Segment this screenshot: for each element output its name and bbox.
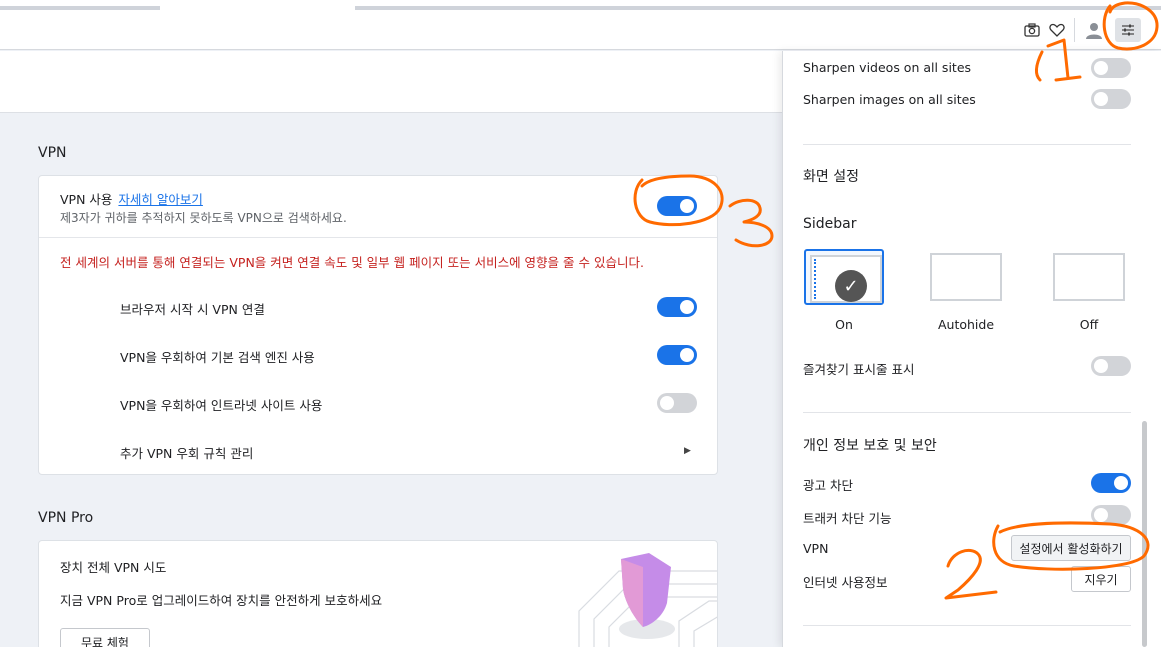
camera-icon[interactable] xyxy=(1022,20,1042,40)
sidebar-option-autohide[interactable] xyxy=(926,249,1006,305)
vpn-pro-title: 장치 전체 VPN 시도 xyxy=(60,560,167,575)
privacy-heading: 개인 정보 보호 및 보안 xyxy=(803,438,937,454)
bookmarks-bar-toggle[interactable] xyxy=(1091,356,1131,376)
sharpen-images-toggle[interactable] xyxy=(1091,89,1131,109)
divider xyxy=(803,625,1131,626)
easy-setup-panel: Sharpen videos on all sites Sharpen imag… xyxy=(782,51,1161,647)
ad-block-toggle[interactable] xyxy=(1091,473,1131,493)
toggle-knob xyxy=(660,396,674,410)
heart-icon[interactable] xyxy=(1047,20,1067,40)
toggle-knob xyxy=(1114,476,1128,490)
tracker-block-toggle[interactable] xyxy=(1091,505,1131,525)
vpn-use-text: VPN 사용 xyxy=(60,192,113,207)
easy-setup-icon[interactable] xyxy=(1115,18,1141,42)
vpn-option-search-label: VPN을 우회하여 기본 검색 엔진 사용 xyxy=(120,350,315,365)
vpn-option-startup-toggle[interactable] xyxy=(657,297,697,317)
display-settings-heading: 화면 설정 xyxy=(803,169,859,185)
sharpen-videos-toggle[interactable] xyxy=(1091,58,1131,78)
tab-indicator xyxy=(355,6,1161,10)
check-icon: ✓ xyxy=(835,270,867,302)
sidebar-preview: ✓ xyxy=(810,255,882,303)
vpn-card: VPN 사용 자세히 알아보기 제3자가 귀하를 추적하지 못하도록 VPN으로 … xyxy=(38,175,718,475)
annotation-number-3 xyxy=(728,198,774,248)
tracker-block-label: 트래커 차단 기능 xyxy=(803,511,892,526)
vpn-pro-shield-illustration xyxy=(578,553,717,647)
vpn-section-title: VPN xyxy=(38,145,67,161)
vpn-pro-card: 장치 전체 VPN 시도 지금 VPN Pro로 업그레이드하여 장치를 안전하… xyxy=(38,540,718,647)
toggle-knob xyxy=(1094,92,1108,106)
toggle-knob xyxy=(1094,359,1108,373)
chevron-right-icon[interactable]: ▶ xyxy=(684,446,691,456)
vpn-toggle[interactable] xyxy=(657,196,697,216)
toggle-knob xyxy=(1094,61,1108,75)
bookmarks-bar-label: 즐겨찾기 표시줄 표시 xyxy=(803,362,915,377)
sidebar-option-off[interactable] xyxy=(1049,249,1129,305)
vpn-option-search-toggle[interactable] xyxy=(657,345,697,365)
sidebar-preview xyxy=(930,253,1002,301)
sharpen-videos-label: Sharpen videos on all sites xyxy=(803,60,972,75)
vpn-pro-description: 지금 VPN Pro로 업그레이드하여 장치를 안전하게 보호하세요 xyxy=(60,593,383,608)
sharpen-images-label: Sharpen images on all sites xyxy=(803,92,976,107)
tab-strip xyxy=(0,0,1161,12)
sidebar-heading: Sidebar xyxy=(803,216,857,232)
page-header-area xyxy=(0,51,782,113)
toggle-knob xyxy=(1094,508,1108,522)
sidebar-preview-strip xyxy=(814,259,817,299)
vpn-use-label: VPN 사용 자세히 알아보기 xyxy=(60,189,203,208)
learn-more-link[interactable]: 자세히 알아보기 xyxy=(118,192,202,207)
panel-scrollbar[interactable] xyxy=(1142,421,1147,647)
ad-block-label: 광고 차단 xyxy=(803,478,853,493)
divider xyxy=(803,412,1131,413)
vpn-warning: 전 세계의 서버를 통해 연결되는 VPN을 켜면 연결 속도 및 일부 웹 페… xyxy=(60,255,644,270)
toggle-knob xyxy=(680,199,694,213)
profile-icon[interactable] xyxy=(1084,20,1104,40)
divider xyxy=(39,237,717,238)
vpn-option-intranet-label: VPN을 우회하여 인트라넷 사이트 사용 xyxy=(120,398,323,413)
browser-toolbar xyxy=(0,12,1161,50)
enable-in-settings-button[interactable]: 설정에서 활성화하기 xyxy=(1011,535,1131,561)
toggle-knob xyxy=(680,348,694,362)
browsing-data-label: 인터넷 사용정보 xyxy=(803,575,888,590)
vpn-option-startup-label: 브라우저 시작 시 VPN 연결 xyxy=(120,302,265,317)
vpn-pro-section-title: VPN Pro xyxy=(38,510,94,526)
vpn-description: 제3자가 귀하를 추적하지 못하도록 VPN으로 검색하세요. xyxy=(60,211,347,225)
sidebar-preview xyxy=(1053,253,1125,301)
sidebar-option-on-label: On xyxy=(835,317,853,332)
clear-button[interactable]: 지우기 xyxy=(1071,566,1131,592)
sidebar-option-autohide-label: Autohide xyxy=(937,317,995,332)
vpn-option-intranet-toggle[interactable] xyxy=(657,393,697,413)
vpn-rules-label[interactable]: 추가 VPN 우회 규칙 관리 xyxy=(120,443,253,462)
toggle-knob xyxy=(680,300,694,314)
sidebar-option-off-label: Off xyxy=(1079,317,1099,332)
toolbar-separator xyxy=(1074,18,1075,42)
panel-vpn-label: VPN xyxy=(803,541,829,556)
sidebar-option-on[interactable]: ✓ xyxy=(804,249,884,305)
divider xyxy=(803,144,1131,145)
tab-indicator xyxy=(0,6,160,10)
free-trial-button[interactable]: 무료 체험 xyxy=(60,628,150,647)
